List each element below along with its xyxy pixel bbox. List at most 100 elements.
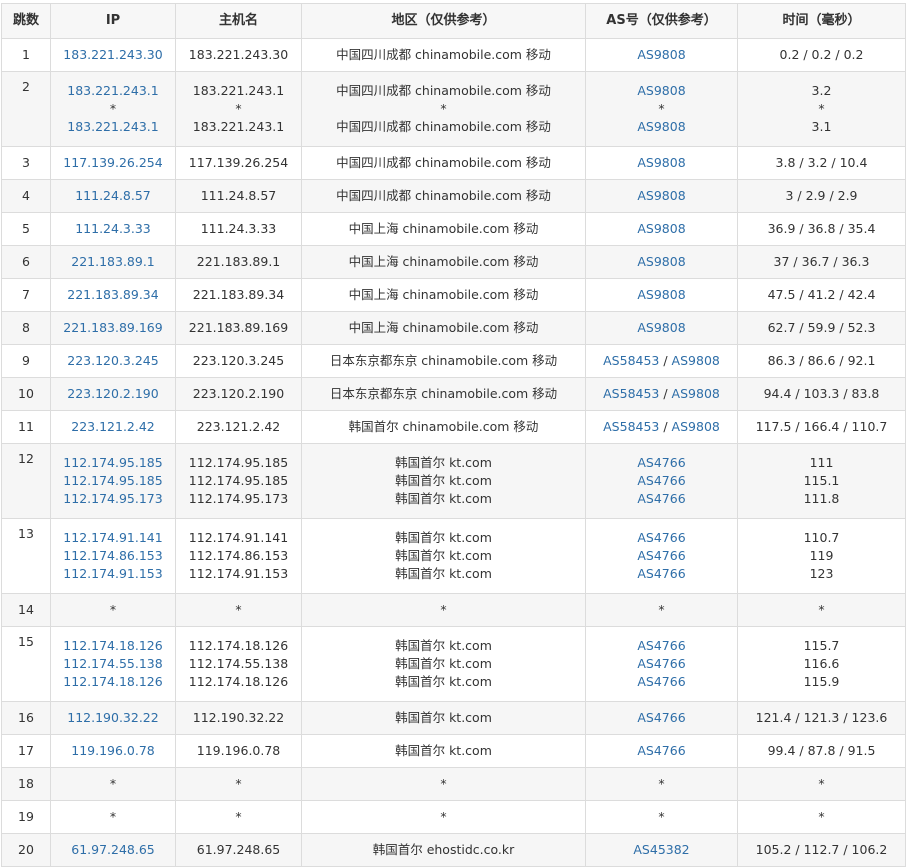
ip-link[interactable]: 112.174.95.185: [51, 454, 175, 472]
latency: 94.4 / 103.3 / 83.8: [763, 386, 880, 401]
latency: *: [818, 776, 825, 791]
hop-cell: 2: [1, 71, 51, 147]
as-link[interactable]: AS4766: [637, 710, 685, 725]
host-cell: 117.139.26.254: [175, 146, 302, 180]
region-cell: 韩国首尔 kt.com 韩国首尔 kt.com 韩国首尔 kt.com: [301, 443, 586, 519]
ip-cell: 112.174.95.185 112.174.95.185 112.174.95.1…: [50, 443, 176, 519]
region: *: [440, 776, 447, 791]
host-cell: 119.196.0.78: [175, 734, 302, 768]
ip-link[interactable]: 112.174.95.173: [51, 490, 175, 508]
as-link[interactable]: AS4766: [637, 455, 685, 470]
as-link[interactable]: AS9808: [637, 287, 685, 302]
ip-link[interactable]: 119.196.0.78: [51, 742, 175, 760]
ip-link[interactable]: 117.139.26.254: [51, 154, 175, 172]
as-link[interactable]: AS4766: [637, 491, 685, 506]
ip-link[interactable]: 112.174.55.138: [51, 655, 175, 673]
hop-cell: 5: [1, 212, 51, 246]
host-cell: 223.120.2.190: [175, 377, 302, 411]
as-link[interactable]: AS4766: [637, 656, 685, 671]
as-link[interactable]: AS4766: [637, 473, 685, 488]
ip-link[interactable]: 183.221.243.1: [51, 118, 175, 136]
latency: 36.9 / 36.8 / 35.4: [767, 221, 876, 236]
region-cell: 中国四川成都 chinamobile.com 移动: [301, 38, 586, 72]
hostname: 183.221.243.1: [192, 83, 285, 98]
as-link[interactable]: AS58453: [603, 419, 659, 434]
hop-cell: 10: [1, 377, 51, 411]
ip-cell: 61.97.248.65: [50, 833, 176, 867]
ip-link[interactable]: 112.174.91.141: [51, 529, 175, 547]
ip-link[interactable]: 112.174.18.126: [51, 673, 175, 691]
as-link[interactable]: AS58453: [603, 353, 659, 368]
region: 韩国首尔 kt.com: [395, 710, 492, 725]
host-cell: 223.120.3.245: [175, 344, 302, 378]
ip-link[interactable]: 223.120.3.245: [51, 352, 175, 370]
hop-cell: 1: [1, 38, 51, 72]
as-line: *: [586, 775, 737, 793]
as-cell: AS9808: [585, 146, 738, 180]
as-link[interactable]: AS4766: [637, 743, 685, 758]
ip-link[interactable]: 112.174.95.185: [51, 472, 175, 490]
region: 日本东京都东京 chinamobile.com 移动: [329, 386, 558, 401]
ip-link[interactable]: 61.97.248.65: [51, 841, 175, 859]
time-cell: 37 / 36.7 / 36.3: [737, 245, 906, 279]
as-link[interactable]: AS9808: [637, 83, 685, 98]
as-link[interactable]: AS9808: [637, 188, 685, 203]
as-empty: *: [658, 602, 665, 617]
time-cell: 47.5 / 41.2 / 42.4: [737, 278, 906, 312]
hostname: 183.221.243.30: [188, 47, 289, 62]
time-cell: 86.3 / 86.6 / 92.1: [737, 344, 906, 378]
as-link[interactable]: AS9808: [672, 353, 720, 368]
region-cell: 中国上海 chinamobile.com 移动: [301, 278, 586, 312]
ip-link[interactable]: 112.174.91.153: [51, 565, 175, 583]
as-link[interactable]: AS58453: [603, 386, 659, 401]
time-cell: *: [737, 593, 906, 627]
as-link[interactable]: AS9808: [637, 155, 685, 170]
hostname: 112.174.91.141: [188, 530, 289, 545]
ip-link[interactable]: 183.221.243.30: [51, 46, 175, 64]
host-cell: 223.121.2.42: [175, 410, 302, 444]
host-cell: 221.183.89.34: [175, 278, 302, 312]
hostname: 223.120.2.190: [192, 386, 285, 401]
hop-cell: 14: [1, 593, 51, 627]
region: 韩国首尔 kt.com: [395, 455, 492, 470]
hostname: 61.97.248.65: [196, 842, 281, 857]
ip-link[interactable]: 111.24.8.57: [51, 187, 175, 205]
region: 韩国首尔 kt.com: [395, 674, 492, 689]
as-link[interactable]: AS9808: [637, 47, 685, 62]
ip-link[interactable]: 183.221.243.1: [51, 82, 175, 100]
hop-cell: 7: [1, 278, 51, 312]
region-cell: 中国上海 chinamobile.com 移动: [301, 311, 586, 345]
hostname: 221.183.89.169: [188, 320, 289, 335]
ip-link[interactable]: 221.183.89.169: [51, 319, 175, 337]
region: *: [440, 809, 447, 824]
as-line: AS9808: [586, 286, 737, 304]
ip-link[interactable]: 223.120.2.190: [51, 385, 175, 403]
region-cell: 日本东京都东京 chinamobile.com 移动: [301, 344, 586, 378]
as-link[interactable]: AS4766: [637, 530, 685, 545]
as-link[interactable]: AS9808: [637, 119, 685, 134]
as-link[interactable]: AS4766: [637, 548, 685, 563]
ip-link[interactable]: 112.190.32.22: [51, 709, 175, 727]
as-link[interactable]: AS4766: [637, 674, 685, 689]
as-link[interactable]: AS9808: [672, 419, 720, 434]
region: 韩国首尔 kt.com: [395, 566, 492, 581]
ip-link[interactable]: 112.174.18.126: [51, 637, 175, 655]
as-link[interactable]: AS9808: [637, 320, 685, 335]
header-hop: 跳数: [1, 3, 51, 39]
as-link[interactable]: AS9808: [637, 221, 685, 236]
as-link[interactable]: AS9808: [672, 386, 720, 401]
latency: 115.7: [803, 638, 840, 653]
ip-link[interactable]: 111.24.3.33: [51, 220, 175, 238]
ip-link[interactable]: 112.174.86.153: [51, 547, 175, 565]
ip-link[interactable]: 221.183.89.1: [51, 253, 175, 271]
as-link[interactable]: AS9808: [637, 254, 685, 269]
latency: *: [818, 809, 825, 824]
as-link[interactable]: AS4766: [637, 638, 685, 653]
as-link[interactable]: AS4766: [637, 566, 685, 581]
table-row: 8 221.183.89.169 221.183.89.169 中国上海 chinam…: [1, 311, 906, 345]
traceroute-table: 跳数 IP 主机名 地区（仅供参考） AS号（仅供参考） 时间（毫秒） 1 183…: [1, 3, 906, 867]
ip-link[interactable]: 221.183.89.34: [51, 286, 175, 304]
ip-link[interactable]: 223.121.2.42: [51, 418, 175, 436]
latency: 3 / 2.9 / 2.9: [785, 188, 858, 203]
latency: 121.4 / 121.3 / 123.6: [755, 710, 888, 725]
